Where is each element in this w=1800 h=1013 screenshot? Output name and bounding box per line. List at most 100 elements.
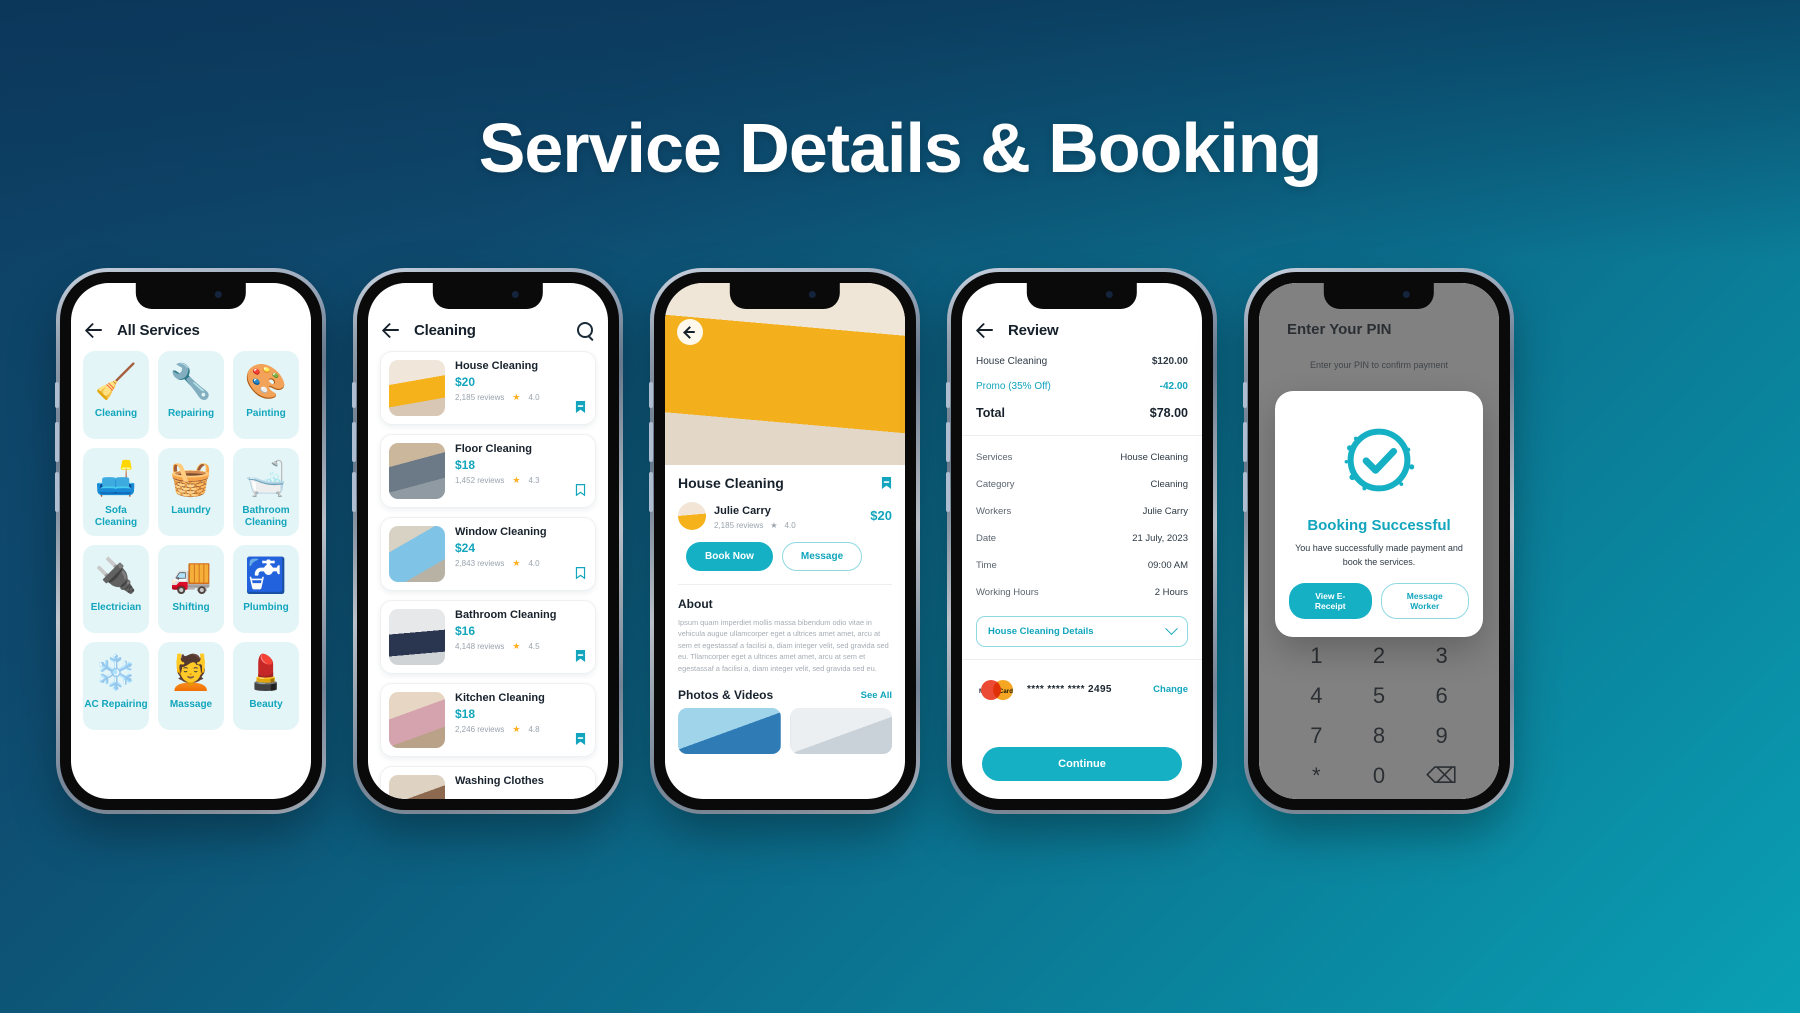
phone-side-button[interactable]: [1243, 422, 1247, 462]
phone-side-button[interactable]: [352, 422, 356, 462]
service-tile-shifting[interactable]: 🚚 Shifting: [158, 545, 224, 633]
message-worker-button[interactable]: Message Worker: [1380, 583, 1469, 619]
camera-icon: [1402, 291, 1410, 298]
list-item-reviews: 2,246 reviews: [455, 725, 505, 734]
phone-side-button[interactable]: [55, 472, 59, 512]
search-icon[interactable]: [577, 321, 594, 339]
photo-thumbnail[interactable]: [678, 708, 781, 755]
continue-button[interactable]: Continue: [982, 747, 1182, 781]
back-icon[interactable]: [382, 321, 400, 339]
detail-label: Category: [976, 479, 1015, 490]
list-item[interactable]: Washing Clothes: [380, 766, 596, 799]
service-tile-laundry[interactable]: 🧺 Laundry: [158, 448, 224, 536]
service-tile-electrician[interactable]: 🔌 Electrician: [83, 545, 149, 633]
screen-review: Review House Cleaning $120.00 Promo (35% O…: [962, 283, 1202, 799]
about-text: Ipsum quam imperdiet mollis massa bibend…: [678, 618, 889, 673]
service-tile-bathroom-cleaning[interactable]: 🛁 Bathroom Cleaning: [233, 448, 299, 536]
book-now-button[interactable]: Book Now: [686, 542, 773, 571]
phone-side-button[interactable]: [1243, 472, 1247, 512]
details-select[interactable]: House Cleaning Details: [976, 616, 1188, 647]
star-icon: ★: [512, 641, 521, 651]
phone-side-button[interactable]: [1243, 382, 1247, 408]
phone-side-button[interactable]: [55, 382, 59, 408]
service-tile-cleaning[interactable]: 🧹 Cleaning: [83, 351, 149, 439]
detail-label: Time: [976, 560, 997, 571]
summary-label: Promo (35% Off): [976, 381, 1051, 392]
service-hero-image: [665, 283, 905, 465]
list-item-meta: 2,246 reviews ★ 4.8: [455, 724, 587, 735]
booking-details: Services House Cleaning Category Cleaning Wo…: [962, 444, 1202, 606]
service-illustration: ❄️: [94, 654, 138, 692]
phone-side-button[interactable]: [946, 472, 950, 512]
phone-side-button[interactable]: [55, 422, 59, 462]
detail-value: 21 July, 2023: [1132, 533, 1188, 544]
detail-label: Working Hours: [976, 587, 1039, 598]
chevron-down-icon: [1165, 622, 1178, 636]
bookmark-icon[interactable]: [575, 732, 586, 746]
phone-side-button[interactable]: [352, 382, 356, 408]
list-item-body: Window Cleaning $24 2,843 reviews ★ 4.0: [455, 526, 587, 582]
service-illustration: 💄: [244, 654, 288, 692]
list-item-meta: 2,843 reviews ★ 4.0: [455, 558, 587, 569]
bookmark-icon[interactable]: [881, 476, 892, 490]
phone-service-details: House Cleaning Julie Carry 2,185 reviews…: [649, 268, 920, 814]
service-tile-label: Laundry: [171, 505, 211, 516]
phone-notch: [729, 283, 841, 309]
star-icon: ★: [512, 724, 521, 734]
details-select-label: House Cleaning Details: [988, 626, 1094, 637]
message-button[interactable]: Message: [781, 542, 863, 571]
list-item-title: Bathroom Cleaning: [455, 609, 557, 621]
phone-side-button[interactable]: [352, 472, 356, 512]
change-payment-link[interactable]: Change: [1153, 684, 1188, 695]
service-tile-label: Sofa Cleaning: [94, 505, 138, 528]
divider: [678, 584, 892, 585]
see-all-link[interactable]: See All: [861, 690, 892, 701]
back-icon[interactable]: [85, 321, 103, 339]
service-tile-ac-repairing[interactable]: ❄️ AC Repairing: [83, 642, 149, 730]
list-item-price: $20: [455, 375, 476, 389]
bookmark-icon[interactable]: [575, 400, 586, 414]
service-illustration: 🛋️: [94, 460, 138, 498]
service-illustration: 🔌: [94, 557, 138, 595]
bookmark-icon[interactable]: [575, 649, 586, 663]
service-tile-repairing[interactable]: 🔧 Repairing: [158, 351, 224, 439]
list-item-rating: 4.3: [528, 476, 540, 485]
service-tile-label: Repairing: [167, 408, 215, 419]
service-tile-label: Bathroom Cleaning: [242, 505, 290, 528]
service-tile-plumbing[interactable]: 🚰 Plumbing: [233, 545, 299, 633]
list-item-meta: 1,452 reviews ★ 4.3: [455, 475, 587, 486]
view-ereceipt-button[interactable]: View E-Receipt: [1289, 583, 1372, 619]
detail-row: Services House Cleaning: [976, 444, 1188, 471]
list-item-body: Kitchen Cleaning $18 2,246 reviews ★ 4.8: [455, 692, 587, 748]
service-tile-painting[interactable]: 🎨 Painting: [233, 351, 299, 439]
list-item[interactable]: Bathroom Cleaning $16 4,148 reviews ★ 4.5: [380, 600, 596, 674]
back-icon[interactable]: [677, 319, 703, 345]
phone-side-button[interactable]: [649, 382, 653, 408]
bookmark-icon[interactable]: [575, 566, 586, 580]
list-item-title: Washing Clothes: [455, 775, 544, 787]
bookmark-icon[interactable]: [575, 483, 586, 497]
list-item-body: House Cleaning $20 2,185 reviews ★ 4.0: [455, 360, 587, 416]
list-item-reviews: 2,843 reviews: [455, 559, 505, 568]
photos-grid: [665, 708, 905, 755]
phone-side-button[interactable]: [946, 382, 950, 408]
detail-label: Date: [976, 533, 997, 544]
service-tile-massage[interactable]: 💆 Massage: [158, 642, 224, 730]
list-item[interactable]: House Cleaning $20 2,185 reviews ★ 4.0: [380, 351, 596, 425]
list-item[interactable]: Window Cleaning $24 2,843 reviews ★ 4.0: [380, 517, 596, 591]
phone-side-button[interactable]: [946, 422, 950, 462]
service-illustration: 🎨: [244, 363, 288, 401]
phone-side-button[interactable]: [649, 472, 653, 512]
photo-thumbnail[interactable]: [789, 708, 892, 755]
check-circle-icon: [1336, 417, 1422, 503]
list-item[interactable]: Floor Cleaning $18 1,452 reviews ★ 4.3: [380, 434, 596, 508]
phone-side-button[interactable]: [649, 422, 653, 462]
success-text: You have successfully made payment and b…: [1295, 543, 1463, 567]
list-item[interactable]: Kitchen Cleaning $18 2,246 reviews ★ 4.8: [380, 683, 596, 757]
cta-row: Book Now Message: [678, 542, 892, 571]
service-tile-beauty[interactable]: 💄 Beauty: [233, 642, 299, 730]
detail-row: Time 09:00 AM: [976, 552, 1188, 579]
back-icon[interactable]: [976, 321, 994, 339]
service-tile-sofa-cleaning[interactable]: 🛋️ Sofa Cleaning: [83, 448, 149, 536]
worker-meta: 2,185 reviews ★ 4.0: [714, 521, 862, 530]
